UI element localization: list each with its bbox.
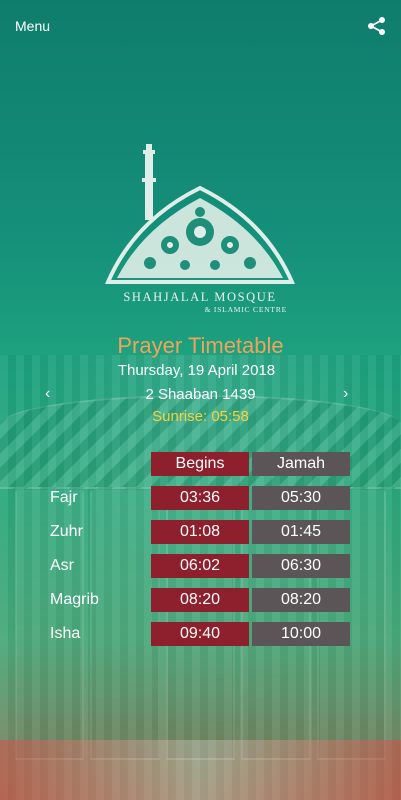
top-bar: Menu	[0, 0, 401, 52]
logo-title: SHAHJALAL MOSQUE	[123, 290, 277, 304]
table-row: Fajr 03:36 05:30	[0, 486, 401, 510]
jamah-time: 01:45	[252, 520, 350, 544]
mosque-dome-icon	[104, 144, 296, 284]
table-row: Isha 09:40 10:00	[0, 622, 401, 646]
begins-time: 08:20	[151, 588, 249, 612]
jamah-time: 06:30	[252, 554, 350, 578]
jamah-time: 10:00	[252, 622, 350, 646]
share-icon[interactable]	[367, 16, 387, 36]
table-row: Asr 06:02 06:30	[0, 554, 401, 578]
prayer-name: Zuhr	[50, 523, 83, 540]
gregorian-date: Thursday, 19 April 2018	[117, 362, 276, 379]
menu-button[interactable]: Menu	[15, 18, 50, 34]
prayer-name: Isha	[50, 625, 81, 642]
logo-subtitle: & ISLAMIC CENTRE	[204, 305, 287, 314]
chevron-right-icon[interactable]: ›	[343, 385, 357, 403]
begins-time: 01:08	[151, 520, 249, 544]
begins-time: 06:02	[151, 554, 249, 578]
jamah-time: 05:30	[252, 486, 350, 510]
table-row: Magrib 08:20 08:20	[0, 588, 401, 612]
prayer-name: Fajr	[50, 489, 78, 506]
hijri-date: 2 Shaaban 1439	[145, 386, 256, 403]
jamah-time: 08:20	[252, 588, 350, 612]
column-header-jamah: Jamah	[252, 452, 350, 476]
sunrise-time: Sunrise: 05:58	[152, 408, 249, 425]
column-header-begins: Begins	[151, 452, 249, 476]
mosque-logo: SHAHJALAL MOSQUE & ISLAMIC CENTRE	[104, 140, 296, 315]
begins-time: 03:36	[151, 486, 249, 510]
page-title: Prayer Timetable	[117, 333, 284, 358]
table-row: Zuhr 01:08 01:45	[0, 520, 401, 544]
prayer-name: Magrib	[50, 591, 99, 608]
chevron-left-icon[interactable]: ‹	[45, 385, 59, 403]
background-prayer-rug	[0, 740, 401, 800]
prayer-name: Asr	[50, 557, 74, 574]
begins-time: 09:40	[151, 622, 249, 646]
